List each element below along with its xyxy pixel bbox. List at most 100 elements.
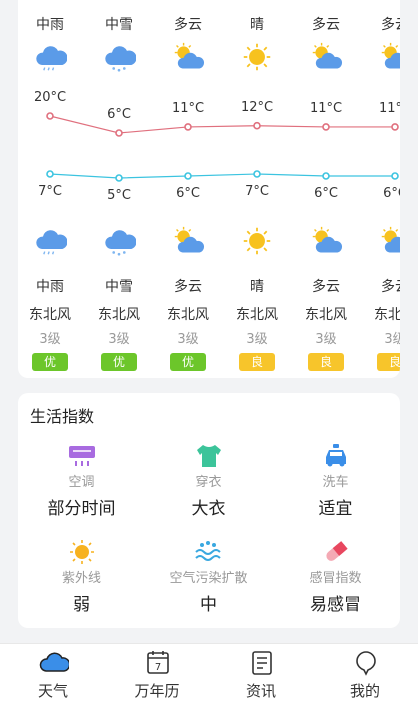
low-temp-label: 6°C	[314, 186, 338, 201]
aqi-badge: 良	[239, 353, 275, 371]
weather-bottom-label: 中雪	[105, 279, 133, 295]
wind-direction: 东北风	[29, 307, 71, 323]
uv-sun-icon	[67, 539, 97, 565]
high-temp-point	[253, 121, 261, 130]
weather-cloud-icon	[39, 650, 71, 676]
weather-bottom-label: 多云	[312, 279, 340, 295]
profile-icon	[351, 650, 379, 676]
weather-top-label: 多云	[312, 17, 340, 33]
low-temp-point	[253, 170, 261, 178]
weather-top-label: 中雪	[105, 17, 133, 33]
calendar-icon: 7	[143, 650, 171, 676]
life-index-card: 生活指数 空调 部分时间 穿衣 大衣 洗车 适宜 紫外线 弱 空气污染扩散 中	[18, 393, 400, 628]
partly-cloudy-icon	[378, 226, 400, 260]
tab-3[interactable]: 我的	[313, 650, 417, 701]
tab-0[interactable]: 天气	[1, 650, 105, 701]
wind-direction: 东北风	[98, 307, 140, 323]
low-temp-point	[115, 174, 123, 182]
low-temp-point	[322, 172, 330, 180]
weather-top-label: 中雨	[36, 17, 64, 33]
rain-cloud-icon	[33, 226, 68, 260]
low-temp-point	[46, 170, 54, 178]
air-pollution-icon	[194, 539, 224, 565]
low-temp-label: 7°C	[245, 184, 269, 199]
life-item[interactable]: 洗车 适宜	[272, 443, 399, 519]
low-temp-label: 5°C	[107, 188, 131, 203]
life-item[interactable]: 空气污染扩散 中	[145, 539, 272, 615]
air-conditioner-icon	[67, 443, 97, 469]
low-temp-label: 6°C	[383, 186, 400, 201]
wind-level: 3级	[108, 332, 130, 347]
life-item-value: 部分时间	[47, 499, 116, 519]
high-temp-label: 6°C	[107, 107, 131, 122]
tab-label: 我的	[349, 682, 380, 700]
high-temp-point	[115, 129, 123, 137]
news-icon	[247, 650, 275, 676]
forecast-card: 中雨 中雨 东北风 3级 优 中雪 中雪 东北风 3级 优 多云 多云 东北风 …	[18, 0, 400, 378]
aqi-badge: 优	[170, 353, 206, 371]
high-temp-label: 11°C	[309, 100, 343, 116]
weather-bottom-label: 多云	[381, 279, 400, 295]
high-temp-label: 12°C	[240, 99, 274, 115]
tab-bar: 天气 7 万年历 资讯 我的	[0, 643, 418, 711]
partly-cloudy-icon	[309, 42, 343, 76]
car-wash-icon	[321, 443, 351, 469]
tab-1[interactable]: 7 万年历	[105, 650, 209, 701]
weather-top-label: 多云	[174, 17, 202, 33]
high-temp-point	[322, 123, 330, 131]
life-item[interactable]: 感冒指数 易感冒	[272, 539, 399, 615]
wind-direction: 东北风	[167, 307, 209, 323]
aqi-badge: 优	[32, 353, 68, 371]
life-item-value: 大衣	[191, 499, 226, 519]
life-item-value: 易感冒	[310, 595, 361, 615]
wind-direction: 东北风	[305, 307, 347, 323]
rain-cloud-icon	[33, 42, 68, 76]
life-item-value: 中	[200, 595, 217, 615]
tab-2[interactable]: 资讯	[209, 650, 313, 701]
low-temp-label: 7°C	[38, 184, 62, 199]
snow-cloud-icon	[102, 42, 137, 76]
weather-bottom-label: 中雨	[36, 279, 64, 295]
clothes-icon	[194, 443, 224, 469]
aqi-badge: 优	[101, 353, 137, 371]
tab-label: 资讯	[245, 682, 276, 700]
life-item-label: 洗车	[322, 475, 349, 490]
life-index-title: 生活指数	[30, 407, 95, 426]
life-item-label: 空气污染扩散	[169, 571, 248, 586]
weather-top-label: 晴	[250, 17, 264, 33]
low-temp-line	[49, 173, 395, 179]
life-item-label: 穿衣	[195, 475, 222, 490]
cold-pill-icon	[321, 539, 351, 565]
life-item[interactable]: 穿衣 大衣	[145, 443, 272, 519]
life-item-label: 空调	[68, 475, 95, 490]
life-item[interactable]: 空调 部分时间	[18, 443, 145, 519]
wind-direction: 东北风	[374, 307, 400, 323]
high-temp-label: 20°C	[33, 90, 67, 105]
high-temp-point	[391, 123, 399, 131]
svg-text:7: 7	[155, 662, 161, 673]
sun-icon	[240, 226, 274, 260]
life-item[interactable]: 紫外线 弱	[18, 539, 145, 615]
low-temp-label: 6°C	[176, 186, 200, 201]
aqi-badge: 良	[308, 353, 344, 371]
life-item-label: 感冒指数	[309, 571, 362, 586]
partly-cloudy-icon	[171, 42, 205, 76]
low-temp-point	[391, 172, 399, 180]
low-temp-point	[184, 172, 192, 180]
wind-level: 3级	[246, 332, 268, 347]
weather-bottom-label: 多云	[174, 279, 202, 295]
high-temp-label: 11°C	[171, 100, 205, 116]
weather-top-label: 多云	[381, 17, 400, 33]
partly-cloudy-icon	[309, 226, 343, 260]
wind-level: 3级	[315, 332, 337, 347]
partly-cloudy-icon	[171, 226, 205, 260]
life-item-value: 弱	[73, 595, 90, 615]
wind-level: 3级	[39, 332, 61, 347]
life-item-label: 紫外线	[61, 571, 101, 586]
partly-cloudy-icon	[378, 42, 400, 76]
weather-bottom-label: 晴	[250, 279, 264, 295]
life-item-value: 适宜	[318, 499, 353, 519]
tab-label: 万年历	[134, 682, 180, 700]
high-temp-point	[46, 112, 54, 120]
aqi-badge: 良	[377, 353, 400, 371]
